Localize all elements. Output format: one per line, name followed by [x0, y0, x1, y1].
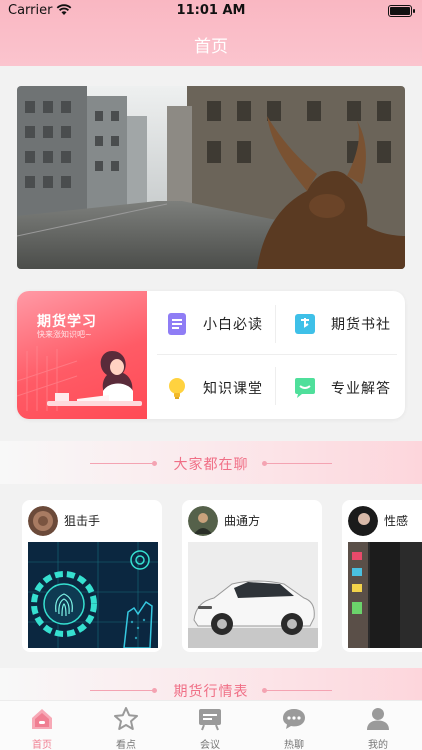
futures-learning-banner[interactable]: 期货学习 快来涨知识吧~ [17, 291, 147, 419]
grid-item-label: 小白必读 [203, 317, 263, 333]
grid-item-beginner-guide[interactable]: 小白必读 [165, 299, 285, 349]
page-title: 首页 [194, 37, 228, 57]
tab-label: 我的 [368, 740, 388, 750]
grid-item-knowledge-class[interactable]: 知识课堂 [165, 363, 285, 413]
section-header-chat: 大家都在聊 [0, 441, 422, 485]
divider [275, 305, 276, 343]
document-icon [165, 312, 189, 336]
section-line-right [266, 690, 332, 691]
tab-highlights[interactable]: 看点 [84, 701, 168, 750]
navigation-bar: Carrier 11:01 AM 首页 [0, 0, 422, 66]
chat-username: 曲通方 [224, 514, 261, 528]
futures-learning-card: 期货学习 快来涨知识吧~ 小白必读 期货书社 知识课堂 专业解答 [17, 291, 405, 419]
divider [157, 354, 397, 355]
tab-label: 会议 [200, 740, 220, 750]
tab-label: 看点 [116, 740, 136, 750]
chat-card[interactable]: 狙击手 [22, 500, 162, 652]
avatar [348, 506, 378, 536]
chat-username: 狙击手 [64, 514, 101, 528]
section-title: 大家都在聊 [173, 457, 249, 473]
grid-item-label: 专业解答 [331, 381, 391, 397]
chat-icon [283, 709, 305, 729]
tab-label: 热聊 [284, 740, 304, 750]
tab-profile[interactable]: 我的 [336, 701, 420, 750]
lightbulb-icon [165, 376, 189, 400]
section-header-market: 期货行情表 [0, 668, 422, 700]
white-car-image [188, 542, 318, 648]
book-icon [293, 312, 317, 336]
tab-meeting[interactable]: 会议 [168, 701, 252, 750]
banner-image[interactable] [17, 86, 405, 269]
tab-home[interactable]: 首页 [0, 701, 84, 750]
chat-carousel[interactable]: 狙击手 曲通方 性感 [0, 484, 422, 668]
chat-card[interactable]: 性感 [342, 500, 422, 652]
tab-bar: 首页 看点 会议 热聊 我的 [0, 700, 422, 750]
avatar [188, 506, 218, 536]
divider [275, 367, 276, 405]
avatar [28, 506, 58, 536]
grid-item-label: 期货书社 [331, 317, 391, 333]
fingerprint-tech-image [28, 542, 158, 648]
learn-subtitle: 快来涨知识吧~ [37, 330, 92, 339]
grid-item-expert-answers[interactable]: 专业解答 [293, 363, 405, 413]
section-line-right [266, 463, 332, 464]
street-scene-image [348, 542, 422, 648]
grid-item-book-club[interactable]: 期货书社 [293, 299, 405, 349]
learn-title: 期货学习 [37, 314, 97, 330]
status-bar: Carrier 11:01 AM [0, 0, 422, 24]
chat-card[interactable]: 曲通方 [182, 500, 322, 652]
chat-username: 性感 [384, 514, 409, 528]
tab-label: 首页 [32, 740, 52, 750]
section-title: 期货行情表 [173, 684, 249, 700]
wall-street-bull-photo [17, 86, 405, 269]
home-icon [32, 709, 52, 729]
chat-bubble-icon [293, 376, 317, 400]
reading-girl-illustration [17, 346, 142, 411]
person-icon [367, 708, 389, 730]
grid-item-label: 知识课堂 [203, 381, 263, 397]
meeting-icon [199, 709, 221, 731]
status-time: 11:01 AM [176, 3, 246, 18]
star-icon [114, 707, 138, 730]
battery-icon [388, 5, 415, 17]
tab-hot-chat[interactable]: 热聊 [252, 701, 336, 750]
